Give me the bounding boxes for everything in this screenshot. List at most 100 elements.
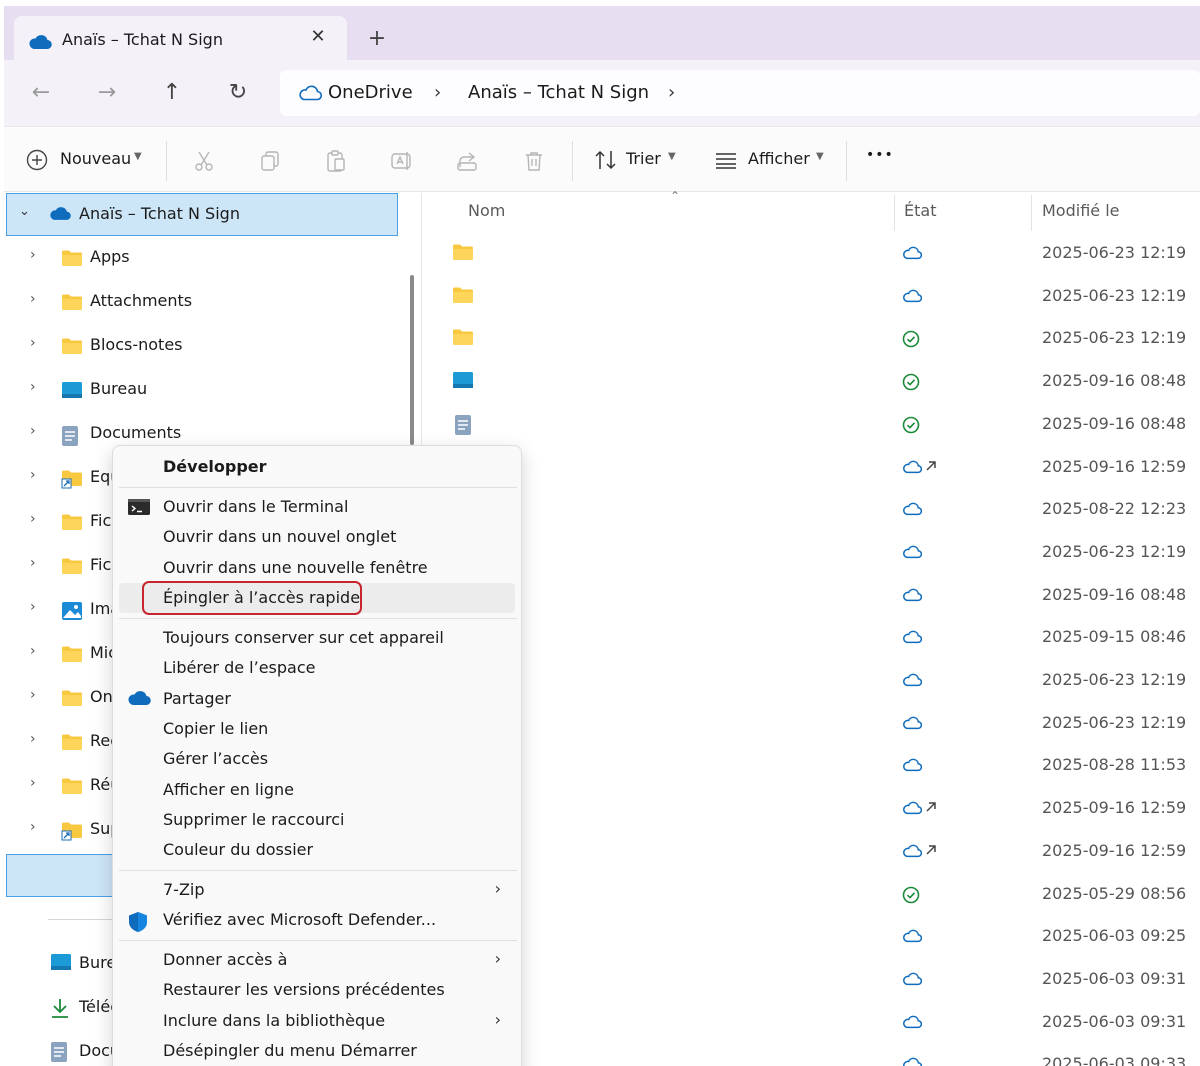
chevron-right-icon[interactable]: ›: [30, 291, 36, 307]
desktop-icon: [61, 381, 83, 403]
menu-item-verifiez-avec-microsoft-defender[interactable]: Vérifiez avec Microsoft Defender...: [119, 905, 515, 935]
menu-item-gerer-l-acces[interactable]: Gérer l’accès: [119, 744, 515, 774]
chevron-right-icon[interactable]: ›: [30, 467, 36, 483]
file-row[interactable]: 2025-06-23 12:19: [422, 233, 1200, 275]
file-row[interactable]: 2025-06-23 12:19: [422, 318, 1200, 360]
breadcrumb-separator[interactable]: ›: [668, 82, 675, 103]
file-row[interactable]: 2025-05-29 08:56: [422, 874, 1200, 916]
back-button[interactable]: ←: [26, 78, 56, 108]
menu-item-label: Toujours conserver sur cet appareil: [163, 628, 444, 647]
file-row[interactable]: 2025-08-22 12:23: [422, 489, 1200, 531]
column-header-name[interactable]: Nom: [468, 201, 505, 220]
view-list-icon: [714, 151, 738, 173]
menu-item-ouvrir-dans-un-nouvel-onglet[interactable]: Ouvrir dans un nouvel onglet: [119, 522, 515, 552]
menu-item-donner-acces-a[interactable]: Donner accès à ›: [119, 945, 515, 975]
chevron-right-icon[interactable]: ›: [30, 247, 36, 263]
cloud-only-status-icon: [902, 971, 923, 991]
chevron-down-icon[interactable]: ⌄: [19, 204, 30, 219]
breadcrumb-onedrive[interactable]: OneDrive: [328, 82, 413, 103]
file-row[interactable]: 2025-09-15 08:46: [422, 617, 1200, 659]
tree-item-blocs-notes[interactable]: › Blocs-notes: [4, 327, 414, 367]
chevron-right-icon[interactable]: ›: [30, 423, 36, 439]
tree-root-selected[interactable]: ⌄ Anaïs – Tchat N Sign: [6, 193, 398, 236]
menu-item-inclure-dans-la-bibliotheque[interactable]: Inclure dans la bibliothèque ›: [119, 1006, 515, 1036]
file-row[interactable]: 2025-06-23 12:19: [422, 703, 1200, 745]
file-row[interactable]: 2025-09-16 12:59: [422, 447, 1200, 489]
menu-item-desepingler-du-menu-demarrer[interactable]: Désépingler du menu Démarrer: [119, 1036, 515, 1066]
column-divider[interactable]: [1031, 195, 1032, 231]
menu-item-toujours-conserver-sur-cet-appareil[interactable]: Toujours conserver sur cet appareil: [119, 623, 515, 653]
sort-button[interactable]: Trier ▼: [592, 147, 682, 177]
tree-item-apps[interactable]: › Apps: [4, 239, 414, 279]
menu-header[interactable]: Développer: [163, 457, 267, 476]
quick-access-item-documents[interactable]: Docu: [4, 1033, 120, 1066]
file-modified-date: 2025-08-22 12:23: [1042, 499, 1187, 519]
menu-item-restaurer-les-versions-precedentes[interactable]: Restaurer les versions précédentes: [119, 975, 515, 1005]
delete-icon[interactable]: [522, 149, 546, 173]
chevron-right-icon[interactable]: ›: [30, 643, 36, 659]
tree-item-bureau[interactable]: › Bureau: [4, 371, 414, 411]
file-row[interactable]: 2025-09-16 08:48: [422, 575, 1200, 617]
menu-item-liberer-de-l-espace[interactable]: Libérer de l’espace: [119, 653, 515, 683]
menu-item-afficher-en-ligne[interactable]: Afficher en ligne: [119, 775, 515, 805]
file-row[interactable]: 2025-06-03 09:31: [422, 959, 1200, 1001]
menu-item-partager[interactable]: Partager: [119, 684, 515, 714]
tree-item-attachments[interactable]: › Attachments: [4, 283, 414, 323]
share-icon[interactable]: [456, 149, 480, 173]
file-row[interactable]: 2025-06-23 12:19: [422, 276, 1200, 318]
menu-item-couleur-du-dossier[interactable]: Couleur du dossier: [119, 835, 515, 865]
quick-access-item-telechargements[interactable]: Téléc: [4, 989, 119, 1029]
refresh-button[interactable]: ↻: [223, 78, 253, 108]
file-row[interactable]: 2025-06-23 12:19: [422, 532, 1200, 574]
chevron-right-icon[interactable]: ›: [30, 555, 36, 571]
column-header-state[interactable]: État: [904, 201, 936, 220]
file-row[interactable]: 2025-06-03 09:31: [422, 1002, 1200, 1044]
chevron-right-icon[interactable]: ›: [30, 687, 36, 703]
column-header-modified[interactable]: Modifié le: [1042, 201, 1120, 220]
chevron-right-icon[interactable]: ›: [30, 775, 36, 791]
menu-item-ouvrir-dans-le-terminal[interactable]: Ouvrir dans le Terminal: [119, 492, 515, 522]
chevron-right-icon[interactable]: ›: [30, 599, 36, 615]
file-row[interactable]: 2025-09-16 08:48: [422, 361, 1200, 403]
file-modified-date: 2025-06-23 12:19: [1042, 541, 1187, 561]
menu-item-ouvrir-dans-une-nouvelle-fenetre[interactable]: Ouvrir dans une nouvelle fenêtre: [119, 553, 515, 583]
tree-item-label: On: [90, 687, 113, 706]
rename-icon[interactable]: [390, 149, 414, 173]
chevron-right-icon[interactable]: ›: [30, 731, 36, 747]
menu-item-7-zip[interactable]: 7-Zip ›: [119, 875, 515, 905]
view-button[interactable]: Afficher ▼: [712, 147, 832, 177]
file-row[interactable]: 2025-09-16 12:59: [422, 788, 1200, 830]
close-icon[interactable]: ✕: [306, 26, 330, 50]
up-button[interactable]: ↑: [157, 78, 187, 108]
chevron-right-icon[interactable]: ›: [30, 511, 36, 527]
breadcrumb-separator[interactable]: ›: [434, 82, 441, 103]
paste-icon[interactable]: [324, 149, 348, 173]
copy-icon[interactable]: [258, 149, 282, 173]
menu-item-copier-le-lien[interactable]: Copier le lien: [119, 714, 515, 744]
tab-active[interactable]: Anaïs – Tchat N Sign ✕: [14, 16, 347, 66]
quick-access-item-bureau[interactable]: Bure: [4, 945, 116, 985]
divider: [846, 141, 847, 181]
file-modified-date: 2025-09-16 12:59: [1042, 840, 1187, 860]
address-bar[interactable]: OneDrive › Anaïs – Tchat N Sign ›: [280, 70, 1200, 116]
file-row[interactable]: 2025-06-23 12:19: [422, 660, 1200, 702]
file-row[interactable]: 2025-08-28 11:53: [422, 745, 1200, 787]
scrollbar[interactable]: [410, 275, 414, 445]
file-row[interactable]: 2025-09-16 08:48: [422, 404, 1200, 446]
forward-button[interactable]: →: [92, 78, 122, 108]
chevron-right-icon[interactable]: ›: [30, 379, 36, 395]
new-button[interactable]: Nouveau ▼: [24, 147, 152, 177]
menu-item-supprimer-le-raccourci[interactable]: Supprimer le raccourci: [119, 805, 515, 835]
chevron-right-icon[interactable]: ›: [30, 819, 36, 835]
chevron-right-icon[interactable]: ›: [30, 335, 36, 351]
file-row[interactable]: 2025-06-03 09:33: [422, 1044, 1200, 1066]
cut-icon[interactable]: [192, 149, 216, 173]
column-divider[interactable]: [894, 195, 895, 231]
more-options-icon[interactable]: •••: [866, 147, 894, 163]
file-row[interactable]: 2025-09-16 12:59: [422, 831, 1200, 873]
file-row[interactable]: 2025-06-03 09:25: [422, 916, 1200, 958]
breadcrumb-folder[interactable]: Anaïs – Tchat N Sign: [468, 82, 649, 103]
new-tab-button[interactable]: +: [364, 26, 390, 51]
navigation-bar: ← → ↑ ↻ OneDrive › Anaïs – Tchat N Sign …: [4, 60, 1200, 126]
file-modified-date: 2025-06-03 09:31: [1042, 968, 1187, 988]
